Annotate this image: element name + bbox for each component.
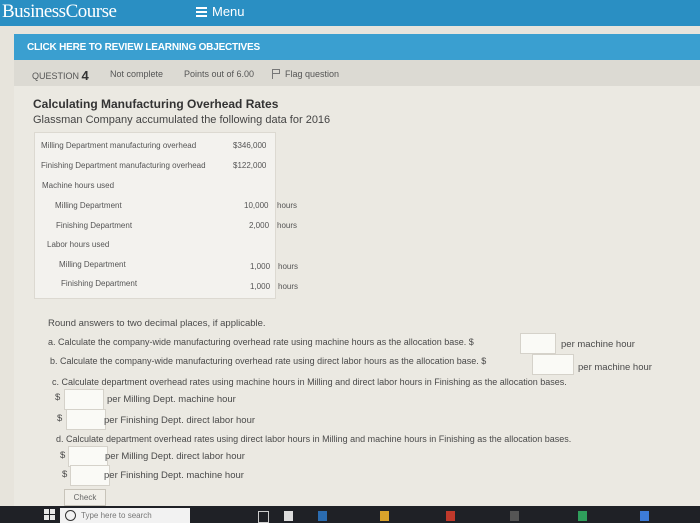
cortana-icon <box>65 510 76 521</box>
answer-d1-unit: per Milling Dept. direct labor hour <box>105 451 245 462</box>
mh-milling-label: Milling Department <box>55 201 122 210</box>
data-table <box>34 132 276 299</box>
answer-b-input[interactable] <box>532 354 574 375</box>
question-points: Points out of 6.00 <box>184 69 255 79</box>
brand-logo[interactable]: BusinessCourse <box>2 1 117 23</box>
office-icon[interactable] <box>446 511 455 521</box>
mh-finishing-unit: hours <box>277 221 298 230</box>
lh-finishing-unit: hours <box>278 282 299 291</box>
question-status: Not complete <box>110 69 164 79</box>
lh-finishing-label: Finishing Department <box>61 279 138 288</box>
mh-finishing-label: Finishing Department <box>56 221 133 230</box>
check-button[interactable]: Check <box>64 489 106 506</box>
hamburger-icon <box>196 5 207 19</box>
mh-milling-unit: hours <box>277 201 298 210</box>
question-d-text: d. Calculate department overhead rates u… <box>56 434 572 444</box>
answer-d1-dollar: $ <box>60 450 66 461</box>
edge-icon[interactable] <box>318 511 327 521</box>
learning-objectives-link[interactable]: CLICK HERE TO REVIEW LEARNING OBJECTIVES <box>14 34 700 60</box>
word-icon[interactable] <box>640 511 649 521</box>
milling-overhead-label: Milling Department manufacturing overhea… <box>41 141 197 150</box>
lh-finishing-value: 1,000 <box>250 282 271 291</box>
menu-label: Menu <box>212 4 245 19</box>
menu-button[interactable]: Menu <box>196 4 245 19</box>
answer-d2-unit: per Finishing Dept. machine hour <box>104 470 244 481</box>
question-number: 4 <box>81 68 89 83</box>
question-header: QUESTION 4 Not complete Points out of 6.… <box>14 60 700 87</box>
question-label: QUESTION 4 <box>32 68 89 83</box>
milling-overhead-value: $346,000 <box>233 141 267 150</box>
machine-hours-label: Machine hours used <box>42 181 115 190</box>
answer-c1-input[interactable] <box>64 389 104 410</box>
labor-hours-label: Labor hours used <box>47 240 110 249</box>
mh-milling-value: 10,000 <box>244 201 269 210</box>
taskbar-search-placeholder: Type here to search <box>81 511 152 520</box>
taskbar-search[interactable]: Type here to search <box>60 508 190 523</box>
answer-a-input[interactable] <box>520 333 556 354</box>
problem-subtitle: Glassman Company accumulated the followi… <box>33 114 331 126</box>
question-a-text: a. Calculate the company-wide manufactur… <box>48 337 474 347</box>
answer-c2-input[interactable] <box>66 409 106 430</box>
mh-finishing-value: 2,000 <box>249 221 270 230</box>
problem-title: Calculating Manufacturing Overhead Rates <box>33 97 279 111</box>
task-view-icon[interactable] <box>284 511 293 521</box>
answer-d1-input[interactable] <box>68 446 108 467</box>
finishing-overhead-value: $122,000 <box>233 161 267 170</box>
lh-milling-unit: hours <box>278 262 299 271</box>
lh-milling-value: 1,000 <box>250 262 271 271</box>
round-note: Round answers to two decimal places, if … <box>48 318 266 329</box>
windows-start-icon[interactable] <box>44 509 55 520</box>
store-icon[interactable] <box>510 511 519 521</box>
answer-b-unit: per machine hour <box>578 362 652 373</box>
answer-c1-dollar: $ <box>55 392 61 403</box>
chrome-icon[interactable] <box>578 511 587 521</box>
answer-c1-unit: per Milling Dept. machine hour <box>107 394 236 405</box>
lh-milling-label: Milling Department <box>59 260 126 269</box>
answer-c2-dollar: $ <box>57 413 63 424</box>
learning-objectives-label: CLICK HERE TO REVIEW LEARNING OBJECTIVES <box>27 42 260 53</box>
question-b-text: b. Calculate the company-wide manufactur… <box>50 356 487 366</box>
answer-c2-unit: per Finishing Dept. direct labor hour <box>104 415 256 426</box>
file-explorer-icon[interactable] <box>380 511 389 521</box>
answer-a-unit: per machine hour <box>561 339 635 350</box>
taskbar-app-icon[interactable] <box>258 511 269 523</box>
finishing-overhead-label: Finishing Department manufacturing overh… <box>41 161 206 170</box>
flag-label: Flag question <box>285 69 340 79</box>
flag-question-button[interactable]: Flag question <box>272 69 339 79</box>
answer-d2-dollar: $ <box>62 469 68 480</box>
flag-icon <box>272 69 281 79</box>
question-c-text: c. Calculate department overhead rates u… <box>52 377 567 387</box>
